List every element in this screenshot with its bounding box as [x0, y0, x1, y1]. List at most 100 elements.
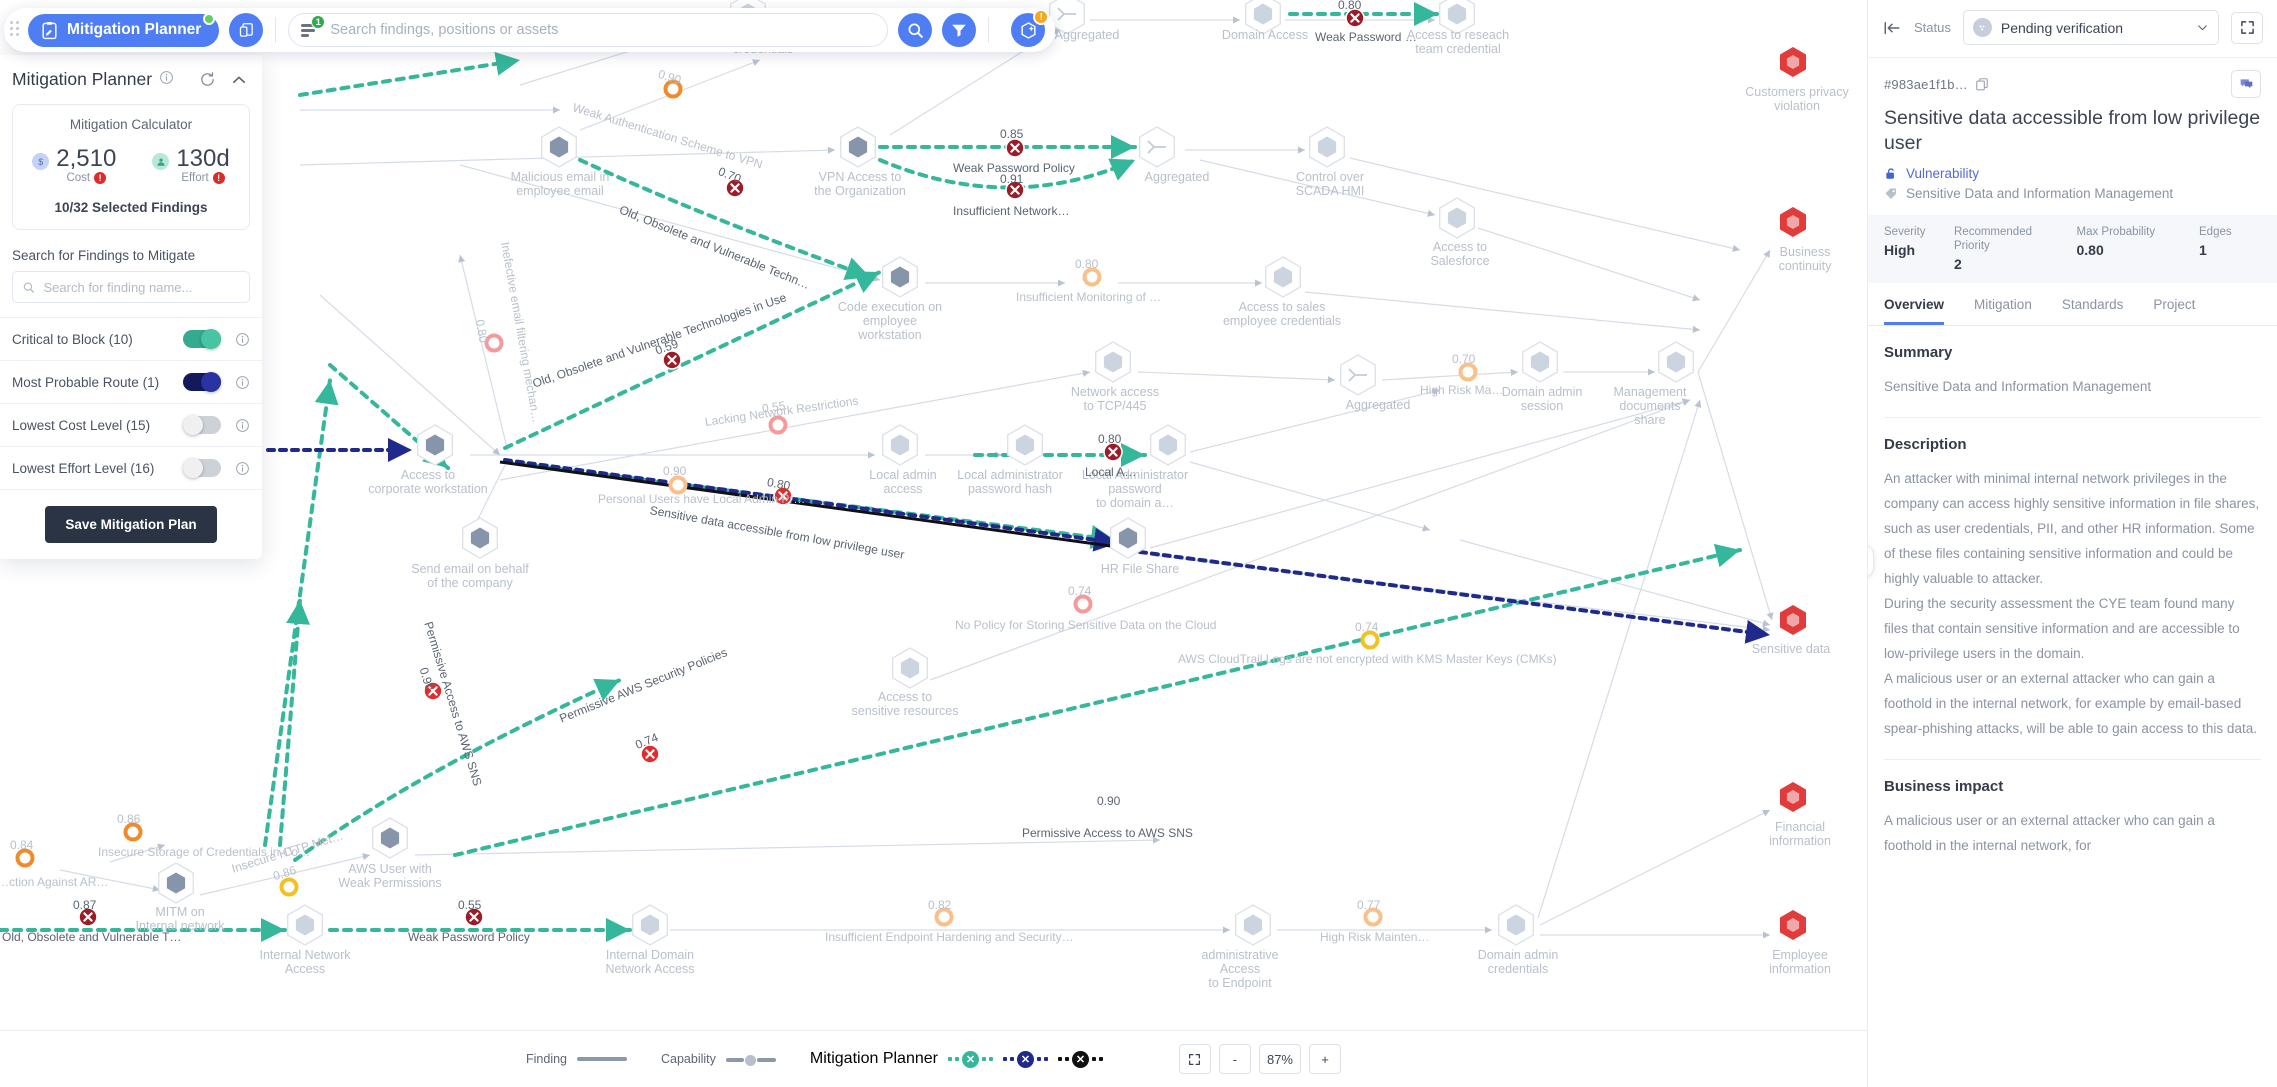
mitigation-planner-header: Mitigation Planner — [0, 55, 262, 100]
search-submit-button[interactable] — [898, 13, 933, 47]
zoom-controls: - 87% + — [1178, 1044, 1341, 1074]
tab-project[interactable]: Project — [2153, 283, 2195, 325]
toggle-switch[interactable] — [183, 329, 221, 349]
findings-search-box[interactable] — [12, 271, 250, 303]
toggle-switch[interactable] — [183, 458, 221, 478]
finding-marker[interactable] — [1360, 630, 1380, 650]
save-button-wrap: Save Mitigation Plan — [0, 490, 262, 553]
hexagon-sparkle-icon — [1021, 21, 1036, 39]
info-icon[interactable] — [235, 332, 250, 347]
findings-search-input[interactable] — [43, 279, 240, 295]
finding-marker[interactable] — [279, 877, 299, 897]
info-icon[interactable] — [235, 375, 250, 390]
tab-standards[interactable]: Standards — [2062, 283, 2124, 325]
filter-button[interactable] — [942, 13, 977, 47]
legend-capability-swatch — [725, 1055, 776, 1066]
attack-graph-canvas[interactable]: Exposure of credentialsAggregatedDomain … — [0, 0, 1870, 1030]
ai-insights-button[interactable]: ! — [1011, 9, 1050, 47]
status-dropdown[interactable]: Pending verification — [1962, 10, 2219, 45]
info-icon[interactable] — [235, 461, 250, 476]
save-mitigation-plan-button[interactable]: Save Mitigation Plan — [45, 506, 217, 543]
cost-warning-icon[interactable]: ! — [94, 172, 107, 184]
findings-search-label: Search for Findings to Mitigate — [12, 248, 196, 263]
clipboard-pen-icon — [42, 21, 57, 39]
stat-key: Max Probability — [2076, 226, 2156, 238]
cost-metric: $ 2,510 Cost ! — [32, 146, 116, 184]
finding-marker[interactable] — [663, 79, 683, 99]
finding-marker[interactable] — [668, 475, 688, 495]
info-icon[interactable] — [235, 418, 250, 433]
copy-id-icon[interactable] — [1975, 77, 1989, 91]
mitigation-calculator-metrics: $ 2,510 Cost ! 130d Effort ! — [23, 146, 239, 184]
business-impact-section: Business impact A malicious user or an e… — [1868, 760, 2277, 858]
toggle-switch[interactable] — [183, 415, 221, 435]
search-icon — [908, 23, 923, 38]
impact-targets — [1780, 47, 1806, 940]
chevron-right-icon — [1867, 554, 1868, 567]
legend-items: Finding Capability Mitigation Planner ✕ — [526, 1044, 1341, 1074]
toolbar-divider-2 — [988, 17, 990, 43]
effort-warning-icon[interactable]: ! — [212, 172, 225, 184]
finding-marker[interactable] — [768, 415, 788, 435]
cost-value: 2,510 — [56, 145, 117, 172]
cost-label-row: Cost ! — [56, 172, 116, 184]
zoom-level-display[interactable]: 87% — [1258, 1044, 1301, 1074]
finding-marker[interactable] — [1073, 594, 1093, 614]
mitigation-planner-chip[interactable]: Mitigation Planner — [28, 12, 220, 47]
back-arrow-icon[interactable] — [1882, 19, 1902, 37]
search-input[interactable] — [330, 22, 876, 38]
mitigation-planner-panel: Mitigation Planner Mitigation Calculator… — [0, 55, 262, 559]
finding-marker[interactable] — [15, 848, 35, 868]
global-search[interactable]: 1 — [288, 13, 889, 47]
stat-key: Severity — [1884, 226, 1926, 238]
toggle-switch[interactable] — [183, 372, 221, 392]
legend-mp-teal: ✕ — [947, 1050, 993, 1068]
graph-nodes — [158, 0, 1694, 946]
mitigation-calculator-card: Mitigation Calculator $ 2,510 Cost ! 130… — [12, 104, 250, 230]
stat-severity: Severity High — [1884, 225, 1946, 272]
funnel-icon — [952, 24, 967, 37]
toggle-label: Most Probable Route (1) — [12, 374, 160, 390]
stat-value: 1 — [2199, 242, 2207, 258]
description-heading: Description — [1884, 436, 1967, 453]
business-impact-text: A malicious user or an external attacker… — [1884, 813, 2215, 853]
legend-mp-navy: ✕ — [1002, 1050, 1048, 1068]
summary-section: Summary Sensitive Data and Information M… — [1868, 326, 2277, 399]
finding-category-label: Sensitive Data and Information Managemen… — [1906, 186, 2174, 201]
expand-fullscreen-button[interactable] — [2231, 11, 2263, 44]
toggle-label: Lowest Cost Level (15) — [12, 417, 151, 433]
legend-mp-label: Mitigation Planner — [809, 1050, 938, 1067]
top-toolbar: Mitigation Planner 1 Search findings, po… — [4, 8, 1056, 52]
reset-icon[interactable] — [199, 71, 216, 88]
tab-mitigation[interactable]: Mitigation — [1974, 283, 2032, 325]
mitigation-planner-chip-label: Mitigation Planner — [67, 21, 202, 38]
cost-label: Cost — [66, 172, 91, 184]
finding-marker[interactable] — [934, 907, 954, 927]
finding-marker[interactable] — [1363, 907, 1383, 927]
zoom-out-button[interactable]: - — [1218, 1044, 1251, 1074]
app-root: Exposure of credentialsAggregatedDomain … — [0, 0, 2277, 1087]
fullscreen-icon — [1189, 1053, 1201, 1065]
mitigation-calculator-title: Mitigation Calculator — [69, 117, 193, 132]
stat-value: 2 — [1954, 256, 1962, 272]
info-icon[interactable] — [159, 70, 174, 90]
fit-to-screen-button[interactable] — [1178, 1044, 1211, 1074]
toggle-label: Lowest Effort Level (16) — [12, 460, 155, 476]
mitigation-planner-title: Mitigation Planner — [12, 69, 153, 89]
drag-handle-icon[interactable] — [10, 21, 24, 39]
finding-marker[interactable] — [1082, 267, 1102, 287]
filter-lines-icon: 1 — [301, 15, 326, 38]
zoom-in-button[interactable]: + — [1309, 1044, 1341, 1074]
collapse-chevron-up-icon[interactable] — [230, 71, 248, 89]
summary-heading: Summary — [1884, 344, 1953, 361]
tab-overview[interactable]: Overview — [1884, 283, 1945, 325]
clipboard-duplicate-icon — [239, 22, 253, 37]
finding-marker[interactable] — [123, 822, 143, 842]
comments-button[interactable] — [2231, 70, 2261, 98]
finding-marker[interactable] — [484, 333, 504, 353]
clipboard-copy-button[interactable] — [229, 13, 264, 47]
finding-category-row: Sensitive Data and Information Managemen… — [1884, 186, 2261, 201]
finding-type-label: Vulnerability — [1906, 166, 1980, 181]
stat-max-probability: Max Probability 0.80 — [2077, 225, 2192, 272]
finding-marker[interactable] — [1458, 362, 1478, 382]
